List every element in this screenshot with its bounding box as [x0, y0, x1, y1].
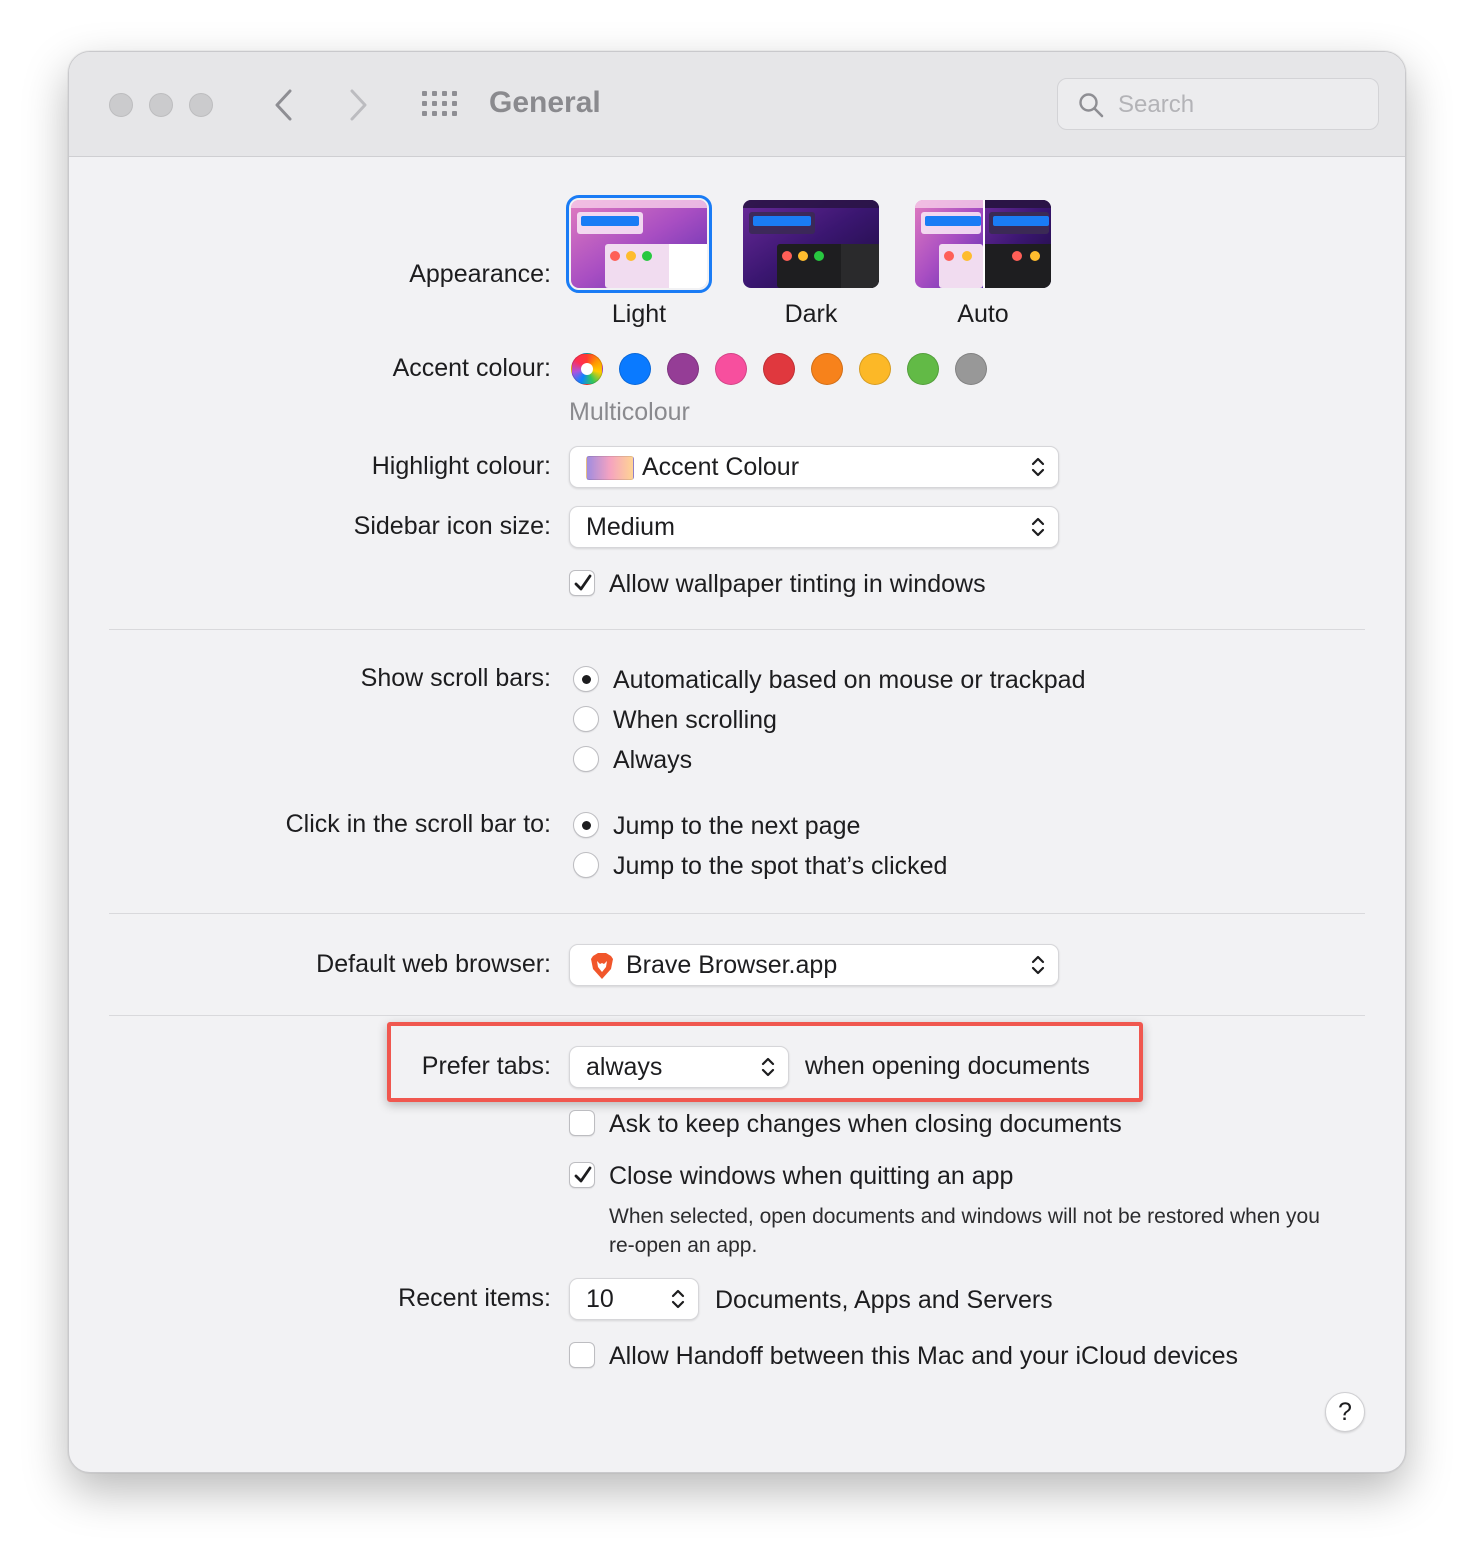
help-button[interactable]: ?	[1325, 1392, 1365, 1432]
accent-swatch-orange[interactable]	[811, 353, 843, 385]
appearance-dark-option[interactable]	[743, 200, 879, 288]
highlight-preview-swatch	[586, 456, 634, 480]
appearance-light-label: Light	[611, 300, 667, 328]
search-input[interactable]	[1116, 87, 1360, 123]
popup-chevrons-icon	[670, 1287, 686, 1316]
ask-keep-changes-checkbox[interactable]	[569, 1110, 595, 1136]
popup-chevrons-icon	[1030, 515, 1046, 544]
scroll-click-label: Click in the scroll bar to:	[285, 810, 551, 838]
accent-selected-name: Multicolour	[569, 398, 690, 426]
handoff-checkbox[interactable]	[569, 1342, 595, 1368]
prefer-tabs-suffix: when opening documents	[805, 1052, 1090, 1080]
preferences-window: General Appearance:	[68, 51, 1406, 1473]
search-field[interactable]	[1057, 78, 1379, 130]
checkmark-icon	[574, 1166, 592, 1183]
accent-swatch-purple[interactable]	[667, 353, 699, 385]
accent-swatch-blue[interactable]	[619, 353, 651, 385]
window-title: General	[489, 86, 601, 119]
forward-chevron-icon[interactable]	[347, 88, 369, 127]
accent-swatch-graphite[interactable]	[955, 353, 987, 385]
handoff-label: Allow Handoff between this Mac and your …	[609, 1342, 1239, 1370]
close-windows-note: When selected, open documents and window…	[609, 1205, 1320, 1257]
accent-colour-label: Accent colour:	[392, 354, 551, 382]
prefer-tabs-popup[interactable]: always	[569, 1046, 789, 1088]
checkmark-icon	[574, 574, 592, 591]
scroll-bars-auto-radio[interactable]	[573, 666, 599, 692]
section-divider	[109, 1015, 1365, 1016]
default-browser-value: Brave Browser.app	[626, 951, 838, 979]
light-appearance-thumbnail	[571, 200, 707, 288]
zoom-window-button[interactable]	[189, 93, 213, 117]
minimize-window-button[interactable]	[149, 93, 173, 117]
sidebar-icon-size-popup[interactable]: Medium	[569, 506, 1059, 548]
show-all-grid-icon[interactable]	[421, 90, 459, 123]
ask-keep-changes-label: Ask to keep changes when closing documen…	[609, 1110, 1122, 1138]
recent-items-suffix: Documents, Apps and Servers	[715, 1286, 1053, 1314]
scroll-bars-when-scrolling-label: When scrolling	[613, 706, 777, 734]
sidebar-icon-size-value: Medium	[586, 513, 675, 541]
appearance-auto-label: Auto	[957, 300, 1009, 328]
popup-chevrons-icon	[760, 1055, 776, 1084]
recent-items-popup[interactable]: 10	[569, 1278, 699, 1320]
scroll-bars-auto-label: Automatically based on mouse or trackpad	[613, 666, 1086, 694]
default-browser-label: Default web browser:	[316, 950, 551, 978]
prefer-tabs-value: always	[586, 1053, 663, 1081]
highlight-colour-popup[interactable]: Accent Colour	[569, 446, 1059, 488]
dark-appearance-thumbnail	[743, 200, 879, 288]
scroll-bars-when-scrolling-radio[interactable]	[573, 706, 599, 732]
brave-lion-icon	[590, 952, 614, 985]
scroll-bars-always-radio[interactable]	[573, 746, 599, 772]
accent-swatch-multicolour[interactable]	[571, 353, 603, 385]
appearance-dark-label: Dark	[784, 300, 838, 328]
section-divider	[109, 629, 1365, 630]
appearance-auto-option[interactable]	[915, 200, 1051, 288]
recent-items-label: Recent items:	[398, 1284, 551, 1312]
section-divider	[109, 913, 1365, 914]
default-browser-popup[interactable]: Brave Browser.app	[569, 944, 1059, 986]
accent-swatch-red[interactable]	[763, 353, 795, 385]
auto-appearance-thumbnail	[915, 200, 1051, 288]
sidebar-icon-size-label: Sidebar icon size:	[353, 512, 551, 540]
back-chevron-icon[interactable]	[273, 88, 295, 127]
close-windows-checkbox[interactable]	[569, 1162, 595, 1188]
show-scroll-bars-label: Show scroll bars:	[360, 664, 551, 692]
prefer-tabs-label: Prefer tabs:	[421, 1052, 551, 1080]
popup-chevrons-icon	[1030, 455, 1046, 484]
highlight-colour-value: Accent Colour	[642, 453, 800, 481]
recent-items-value: 10	[586, 1285, 614, 1313]
scroll-click-spot-radio[interactable]	[573, 852, 599, 878]
scroll-bars-always-label: Always	[613, 746, 693, 774]
close-window-button[interactable]	[109, 93, 133, 117]
highlight-colour-label: Highlight colour:	[371, 452, 551, 480]
wallpaper-tinting-checkbox[interactable]	[569, 570, 595, 596]
close-windows-label: Close windows when quitting an app	[609, 1162, 1014, 1190]
scroll-click-next-page-radio[interactable]	[573, 812, 599, 838]
scroll-click-spot-label: Jump to the spot that’s clicked	[613, 852, 948, 880]
appearance-light-option[interactable]	[566, 195, 712, 293]
appearance-label: Appearance:	[409, 260, 551, 288]
scroll-click-next-page-label: Jump to the next page	[613, 812, 861, 840]
popup-chevrons-icon	[1030, 953, 1046, 982]
accent-swatch-yellow[interactable]	[859, 353, 891, 385]
accent-swatch-green[interactable]	[907, 353, 939, 385]
title-bar: General	[69, 52, 1405, 157]
accent-swatch-pink[interactable]	[715, 353, 747, 385]
wallpaper-tinting-label: Allow wallpaper tinting in windows	[609, 570, 986, 598]
